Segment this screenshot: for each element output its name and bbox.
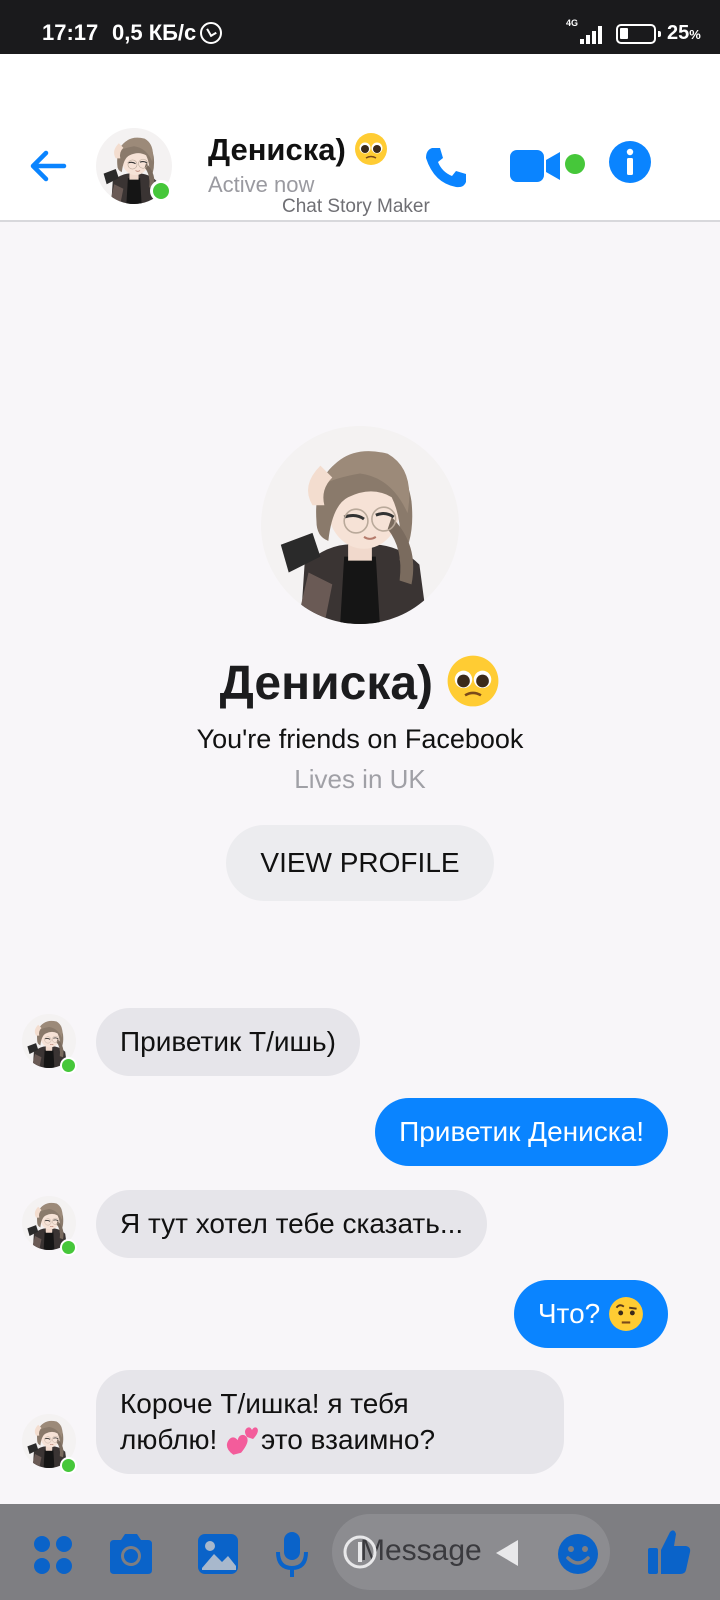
message-bubble-incoming[interactable]: Я тут хотел тебе сказать... (96, 1190, 488, 1258)
camera-icon[interactable] (106, 1532, 156, 1576)
gallery-icon[interactable] (196, 1532, 240, 1576)
active-status: Active now (208, 172, 315, 197)
friends-status-text: You're friends on Facebook (196, 724, 524, 754)
view-profile-button[interactable]: VIEW PROFILE (226, 825, 494, 901)
message-bubble-outgoing[interactable]: Что? (513, 1280, 668, 1348)
info-icon[interactable] (608, 140, 652, 184)
two-hearts-emoji-icon (226, 1426, 258, 1455)
battery-percent: 25% (667, 22, 701, 44)
pleading-face-emoji-icon (447, 655, 499, 707)
video-active-dot (565, 154, 585, 174)
online-indicator (60, 1457, 77, 1474)
online-indicator (150, 180, 172, 202)
pleading-face-emoji-icon (355, 132, 388, 165)
online-indicator (60, 1057, 77, 1074)
online-indicator (60, 1239, 77, 1256)
phone-icon[interactable] (420, 142, 470, 192)
emoji-icon[interactable] (556, 1532, 600, 1576)
back-arrow-icon[interactable] (26, 144, 70, 188)
profile-name: Дениска) (0, 655, 720, 711)
alarm-icon (200, 22, 222, 44)
cursor-icon (343, 1535, 377, 1569)
message-bubble-outgoing[interactable]: Приветик Дениска! (375, 1098, 668, 1166)
profile-avatar[interactable] (261, 426, 459, 624)
microphone-icon[interactable] (274, 1530, 310, 1580)
location-text: Lives in UK (294, 764, 426, 794)
apps-icon[interactable] (32, 1534, 74, 1576)
like-icon[interactable] (646, 1526, 692, 1576)
message-placeholder: Message (360, 1534, 482, 1567)
status-bar: 17:17 0,5 КБ/с 4G 25% (0, 0, 720, 54)
message-line: люблю! это взаимно? (120, 1424, 436, 1455)
signal-icon (576, 22, 606, 44)
status-network-speed: 0,5 КБ/с (112, 20, 197, 45)
watermark-text: Chat Story Maker (282, 196, 430, 217)
contact-name[interactable]: Дениска) (208, 132, 388, 168)
status-time: 17:17 (42, 20, 99, 45)
message-bubble-incoming[interactable]: Короче Т/ишка! я тебя люблю! это взаимно… (96, 1370, 564, 1474)
battery-icon (616, 24, 661, 44)
back-triangle-icon[interactable] (494, 1538, 520, 1568)
message-line: Короче Т/ишка! я тебя (120, 1388, 409, 1419)
raised-eyebrow-emoji-icon (609, 1296, 643, 1331)
message-bubble-incoming[interactable]: Приветик Т/ишь) (96, 1008, 360, 1076)
chat-header: Дениска) Active now Chat Story Maker (0, 54, 720, 222)
video-call-icon[interactable] (508, 146, 564, 186)
